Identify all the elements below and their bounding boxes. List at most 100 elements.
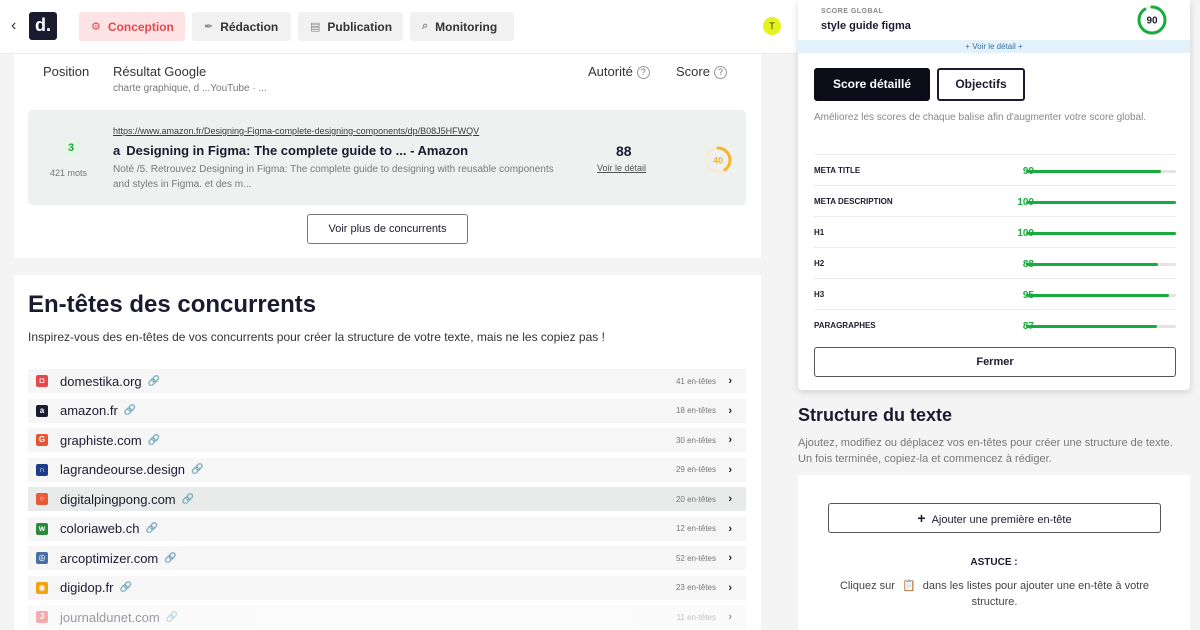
- heading-count: 20 en-têtes: [675, 494, 716, 504]
- plus-icon: +: [917, 510, 926, 526]
- back-arrow-icon[interactable]: ‹: [11, 17, 16, 35]
- chevron-right-icon[interactable]: ›: [728, 464, 732, 476]
- link-icon[interactable]: 🔗: [124, 405, 136, 416]
- metric-progress-fill: [1026, 201, 1176, 204]
- competitor-row[interactable]: ◎ arcoptimizer.com 🔗 52 en-têtes ›: [28, 546, 746, 570]
- metric-progress-fill: [1026, 263, 1158, 266]
- link-icon[interactable]: 🔗: [164, 553, 176, 564]
- tab-label: Publication: [327, 19, 393, 34]
- tip-text-after: dans les listes pour ajouter une en-tête…: [922, 580, 1150, 608]
- metric-progress-track: [1026, 232, 1176, 235]
- chevron-right-icon[interactable]: ›: [728, 405, 732, 417]
- chevron-right-icon[interactable]: ›: [728, 523, 732, 535]
- user-avatar[interactable]: T: [763, 17, 781, 35]
- chevron-right-icon[interactable]: ›: [728, 375, 732, 387]
- score-ring: 40: [704, 146, 732, 174]
- global-score-value: 90: [1146, 16, 1158, 27]
- amazon-icon: a: [113, 143, 121, 158]
- link-icon[interactable]: 🔗: [166, 612, 178, 623]
- help-icon[interactable]: ?: [636, 66, 650, 79]
- metric-progress-track: [1026, 325, 1176, 328]
- metric-progress-track: [1026, 294, 1176, 297]
- chevron-right-icon[interactable]: ›: [728, 582, 732, 594]
- section-title: En-têtes des concurrents: [28, 291, 317, 318]
- metric-progress-fill: [1026, 170, 1161, 173]
- tab-objectifs[interactable]: Objectifs: [937, 68, 1025, 101]
- add-heading-button[interactable]: + Ajouter une première en-tête: [828, 503, 1161, 533]
- metric-progress-track: [1026, 263, 1176, 266]
- monitoring-icon: ⌕: [422, 20, 429, 32]
- competitor-row[interactable]: a amazon.fr 🔗 18 en-têtes ›: [28, 398, 746, 423]
- tab-publication[interactable]: ▤ Publication: [298, 12, 403, 41]
- heading-count: 11 en-têtes: [676, 612, 716, 622]
- competitor-row[interactable]: w coloriaweb.ch 🔗 12 en-têtes ›: [28, 516, 746, 541]
- tab-label: Rédaction: [220, 19, 279, 34]
- column-header-google: Résultat Google: [113, 64, 207, 79]
- site-favicon-icon: ∩: [36, 463, 48, 476]
- metric-label: H2: [814, 259, 825, 268]
- chevron-right-icon[interactable]: ›: [728, 552, 732, 564]
- pen-icon: ✒: [204, 21, 214, 33]
- metric-row: PARAGRAPHES87: [814, 309, 1176, 340]
- competitor-domain: journaldunet.com: [60, 609, 160, 625]
- more-competitors-button[interactable]: Voir plus de concurrents: [307, 214, 468, 244]
- tab-score-detaille[interactable]: Score détaillé: [814, 68, 930, 101]
- tab-redaction[interactable]: ✒ Rédaction: [192, 12, 291, 41]
- close-button[interactable]: Fermer: [814, 347, 1176, 377]
- score-value: 40: [713, 156, 723, 166]
- global-score-ring: 90: [1137, 5, 1167, 35]
- document-icon: ▤: [310, 21, 321, 33]
- clipboard-add-icon: 📋: [902, 580, 916, 592]
- heading-count: 52 en-têtes: [675, 553, 716, 563]
- competitor-domain: domestika.org: [60, 373, 142, 389]
- competitor-row[interactable]: ◉ digidop.fr 🔗 23 en-têtes ›: [28, 575, 746, 600]
- tab-monitoring[interactable]: ⌕ Monitoring: [410, 12, 514, 41]
- site-favicon-icon: w: [36, 522, 48, 535]
- chevron-right-icon[interactable]: ›: [728, 493, 732, 505]
- metric-label: H1: [814, 228, 825, 237]
- link-icon[interactable]: 🔗: [146, 523, 158, 534]
- link-icon[interactable]: 🔗: [182, 494, 194, 505]
- app-logo[interactable]: d.: [29, 12, 57, 40]
- help-icon[interactable]: ?: [713, 66, 727, 79]
- column-header-position: Position: [43, 64, 90, 79]
- google-results-card: Position Résultat Google Autorité? Score…: [14, 54, 761, 258]
- authority-value: 88: [616, 143, 632, 159]
- metric-row: META TITLE90: [814, 154, 1176, 185]
- site-favicon-icon: ◎: [36, 552, 48, 564]
- competitor-row[interactable]: Jjournaldunet.com 🔗 11 en-têtes ›: [28, 605, 746, 629]
- link-icon[interactable]: 🔗: [148, 435, 160, 446]
- link-icon[interactable]: 🔗: [191, 464, 203, 475]
- competitor-row[interactable]: ∩ lagrandeourse.design 🔗 29 en-têtes ›: [28, 457, 746, 482]
- competitor-domain: coloriaweb.ch: [60, 521, 140, 536]
- chevron-right-icon[interactable]: ›: [728, 434, 732, 446]
- truncated-result-text: charte graphique, d ...YouTube · ...: [113, 83, 267, 94]
- result-title[interactable]: a Designing in Figma: The complete guide …: [113, 143, 468, 158]
- see-detail-link[interactable]: Voir le détail: [597, 163, 646, 173]
- section-subtitle: Inspirez-vous des en-têtes de vos concur…: [28, 330, 605, 344]
- competitor-domain: digidop.fr: [60, 580, 114, 595]
- site-favicon-icon: a: [36, 404, 48, 417]
- metric-label: H3: [814, 290, 825, 299]
- structure-title: Structure du texte: [798, 405, 953, 425]
- link-icon[interactable]: 🔗: [148, 376, 160, 387]
- competitor-row[interactable]: ◘ domestika.org 🔗 41 en-têtes ›: [28, 369, 746, 393]
- result-url-link[interactable]: https://www.amazon.fr/Designing-Figma-co…: [113, 126, 479, 136]
- result-row[interactable]: 3 421 mots https://www.amazon.fr/Designi…: [28, 110, 746, 205]
- result-description: Noté /5. Retrouvez Designing in Figma: T…: [113, 164, 554, 190]
- link-icon[interactable]: 🔗: [119, 582, 131, 593]
- tab-label: Monitoring: [435, 19, 498, 34]
- tab-conception[interactable]: ⚙ Conception: [79, 12, 185, 41]
- column-header-score: Score?: [676, 64, 727, 79]
- result-title-text: Designing in Figma: The complete guide t…: [126, 143, 469, 158]
- heading-count: 30 en-têtes: [675, 435, 716, 445]
- competitor-row[interactable]: ○ digitalpingpong.com 🔗 20 en-têtes ›: [28, 487, 746, 511]
- competitor-row[interactable]: Ggraphiste.com 🔗 30 en-têtes ›: [28, 428, 746, 452]
- see-detail-toggle[interactable]: + Voir le détail +: [798, 40, 1190, 53]
- metric-label: META DESCRIPTION: [814, 197, 893, 206]
- competitor-domain: digitalpingpong.com: [60, 491, 176, 507]
- chevron-right-icon[interactable]: ›: [728, 611, 732, 623]
- header-label: Autorité: [588, 64, 633, 79]
- heading-count: 23 en-têtes: [675, 583, 716, 592]
- competitor-headings-card: En-têtes des concurrents Inspirez-vous d…: [14, 275, 761, 630]
